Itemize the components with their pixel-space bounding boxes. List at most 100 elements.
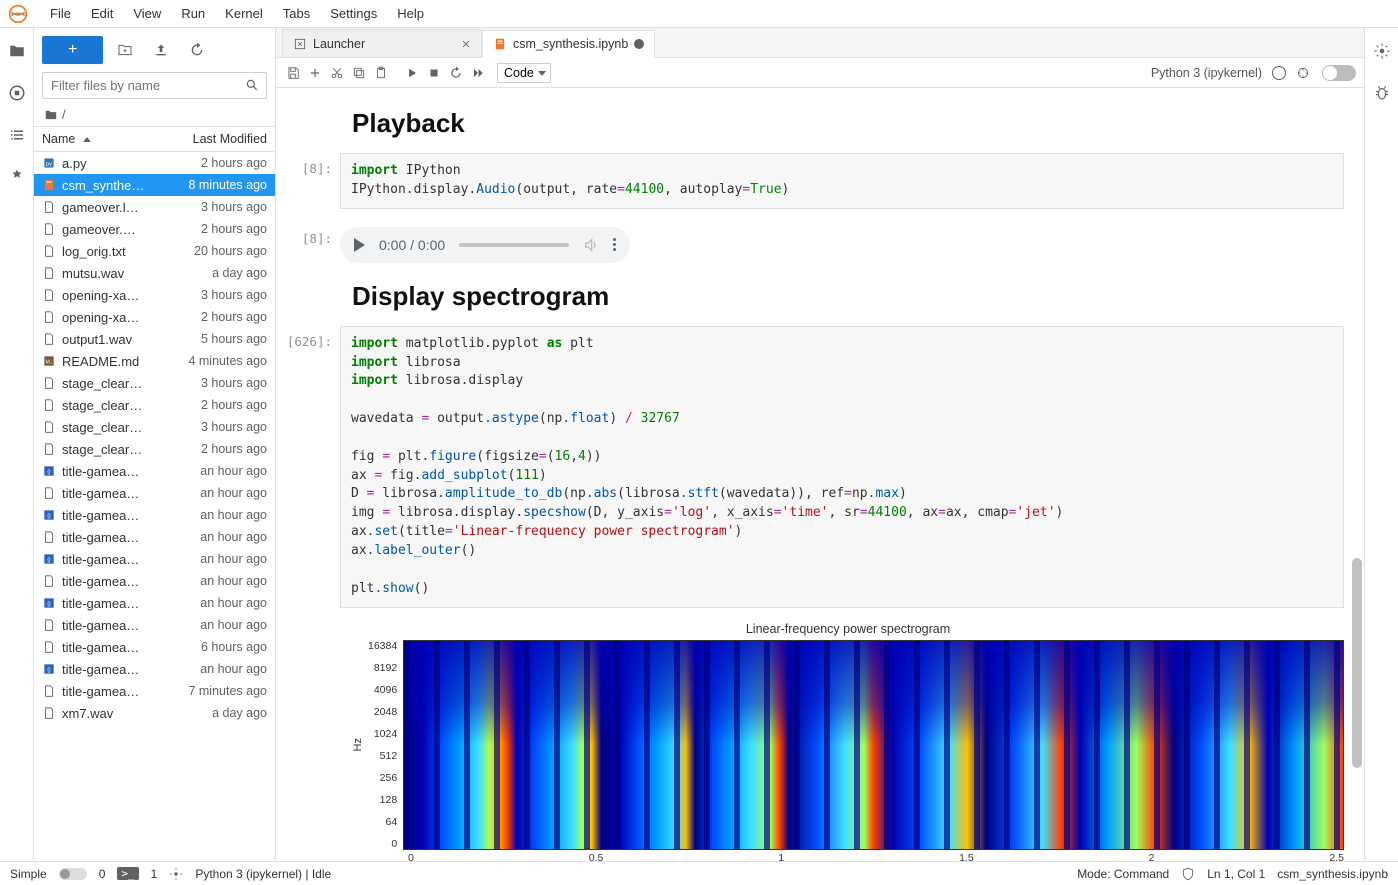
file-row[interactable]: gameover.l…3 hours ago: [34, 196, 275, 218]
header-name-col[interactable]: Name: [34, 127, 163, 151]
notebook-icon: [493, 37, 507, 51]
play-icon[interactable]: [354, 238, 365, 252]
status-filename: csm_synthesis.ipynb: [1277, 867, 1388, 881]
debugger-icon[interactable]: [1373, 84, 1391, 102]
file-row[interactable]: {}title-gamea…an hour ago: [34, 460, 275, 482]
file-row[interactable]: log_orig.txt20 hours ago: [34, 240, 275, 262]
paste-icon[interactable]: [372, 64, 390, 82]
file-row[interactable]: xm7.wava day ago: [34, 702, 275, 724]
file-row[interactable]: M↓README.md4 minutes ago: [34, 350, 275, 372]
menu-run[interactable]: Run: [171, 2, 215, 25]
menu-view[interactable]: View: [123, 2, 171, 25]
kernel-debug-icon[interactable]: [1296, 66, 1310, 80]
ytick: 0: [391, 838, 397, 850]
file-row[interactable]: {}title-gamea…an hour ago: [34, 658, 275, 680]
file-row[interactable]: opening-xa…3 hours ago: [34, 284, 275, 306]
file-row[interactable]: stage_clear…3 hours ago: [34, 372, 275, 394]
file-name: xm7.wav: [62, 706, 159, 721]
file-row[interactable]: pya.py2 hours ago: [34, 152, 275, 174]
file-row[interactable]: title-gamea…an hour ago: [34, 526, 275, 548]
cell-prompt: [8]:: [276, 153, 340, 176]
menu-file[interactable]: File: [40, 2, 81, 25]
insert-cell-icon[interactable]: [306, 64, 324, 82]
kernel-name[interactable]: Python 3 (ipykernel): [1151, 66, 1262, 80]
file-filter-input[interactable]: [42, 72, 267, 99]
tab-launcher[interactable]: Launcher: [282, 29, 482, 57]
file-row[interactable]: {}title-gamea…an hour ago: [34, 548, 275, 570]
stop-icon[interactable]: [425, 64, 443, 82]
run-icon[interactable]: [403, 64, 421, 82]
header-modified-col[interactable]: Last Modified: [163, 127, 275, 151]
new-launcher-button[interactable]: +: [42, 36, 103, 64]
file-row[interactable]: gameover.…2 hours ago: [34, 218, 275, 240]
menu-tabs[interactable]: Tabs: [273, 2, 320, 25]
extensions-icon[interactable]: [8, 168, 26, 186]
simple-mode-toggle[interactable]: [59, 868, 87, 880]
run-all-icon[interactable]: [469, 64, 487, 82]
menu-edit[interactable]: Edit: [81, 2, 123, 25]
refresh-icon[interactable]: [189, 42, 205, 58]
code-area[interactable]: import matplotlib.pyplot as plt import l…: [340, 326, 1344, 608]
cut-icon[interactable]: [328, 64, 346, 82]
debugger-toggle[interactable]: [1322, 65, 1356, 81]
file-modified: an hour ago: [159, 618, 267, 632]
file-row[interactable]: opening-xa…2 hours ago: [34, 306, 275, 328]
notebook-scrollbar[interactable]: [1352, 558, 1362, 768]
volume-icon[interactable]: [583, 237, 599, 253]
file-row[interactable]: csm_synthe…8 minutes ago: [34, 174, 275, 196]
save-icon[interactable]: [284, 64, 302, 82]
breadcrumb[interactable]: /: [34, 103, 275, 126]
toc-icon[interactable]: [8, 126, 26, 144]
status-mode: Mode: Command: [1077, 867, 1169, 881]
ytick: 256: [380, 772, 398, 784]
code-area[interactable]: import IPython IPython.display.Audio(out…: [340, 153, 1344, 209]
file-row[interactable]: {}title-gamea…an hour ago: [34, 592, 275, 614]
file-modified: 2 hours ago: [159, 156, 267, 170]
xtick: 0.5: [589, 852, 604, 862]
file-row[interactable]: stage_clear…2 hours ago: [34, 438, 275, 460]
kernel-status-icon[interactable]: [1272, 66, 1286, 80]
close-icon[interactable]: [461, 39, 471, 49]
menu-kernel[interactable]: Kernel: [215, 2, 273, 25]
file-name: gameover.…: [62, 222, 159, 237]
jupyter-logo-icon: [8, 4, 28, 24]
terminal-badge-icon[interactable]: >_: [117, 867, 138, 880]
menu-settings[interactable]: Settings: [320, 2, 387, 25]
tab-notebook[interactable]: csm_synthesis.ipynb: [482, 30, 655, 58]
restart-icon[interactable]: [447, 64, 465, 82]
audio-menu-icon[interactable]: [613, 238, 616, 251]
file-row[interactable]: mutsu.wava day ago: [34, 262, 275, 284]
file-row[interactable]: title-gamea…an hour ago: [34, 482, 275, 504]
kernel-sessions-icon[interactable]: [169, 867, 183, 881]
trusted-icon[interactable]: [1181, 867, 1195, 881]
file-row[interactable]: stage_clear…2 hours ago: [34, 394, 275, 416]
markdown-heading-spectrogram: Display spectrogram: [352, 281, 1344, 312]
file-name: stage_clear…: [62, 442, 159, 457]
menu-help[interactable]: Help: [387, 2, 434, 25]
file-row[interactable]: title-gamea…an hour ago: [34, 570, 275, 592]
svg-text:py: py: [46, 161, 52, 167]
file-row[interactable]: {}title-gamea…an hour ago: [34, 504, 275, 526]
new-folder-icon[interactable]: [117, 42, 133, 58]
file-row[interactable]: title-gamea…7 minutes ago: [34, 680, 275, 702]
audio-player[interactable]: 0:00 / 0:00: [340, 227, 630, 263]
svg-text:{}: {}: [47, 601, 51, 607]
file-row[interactable]: title-gamea…an hour ago: [34, 614, 275, 636]
code-cell[interactable]: [626]: import matplotlib.pyplot as plt i…: [352, 326, 1344, 608]
code-cell[interactable]: [8]: import IPython IPython.display.Audi…: [352, 153, 1344, 209]
notebook-toolbar: Code Python 3 (ipykernel): [276, 58, 1364, 88]
property-inspector-icon[interactable]: [1373, 42, 1391, 60]
celltype-select[interactable]: Code: [497, 63, 551, 83]
file-row[interactable]: output1.wav5 hours ago: [34, 328, 275, 350]
cell-prompt: [8]:: [276, 223, 340, 246]
copy-icon[interactable]: [350, 64, 368, 82]
upload-icon[interactable]: [153, 42, 169, 58]
status-kernel[interactable]: Python 3 (ipykernel) | Idle: [195, 867, 331, 881]
chart-ylabel: Hz: [352, 738, 364, 751]
folder-icon[interactable]: [8, 42, 26, 60]
audio-track[interactable]: [459, 243, 569, 247]
file-row[interactable]: title-gamea…6 hours ago: [34, 636, 275, 658]
file-row[interactable]: stage_clear…3 hours ago: [34, 416, 275, 438]
running-icon[interactable]: [8, 84, 26, 102]
notebook-scroll[interactable]: Playback [8]: import IPython IPython.dis…: [276, 88, 1364, 861]
